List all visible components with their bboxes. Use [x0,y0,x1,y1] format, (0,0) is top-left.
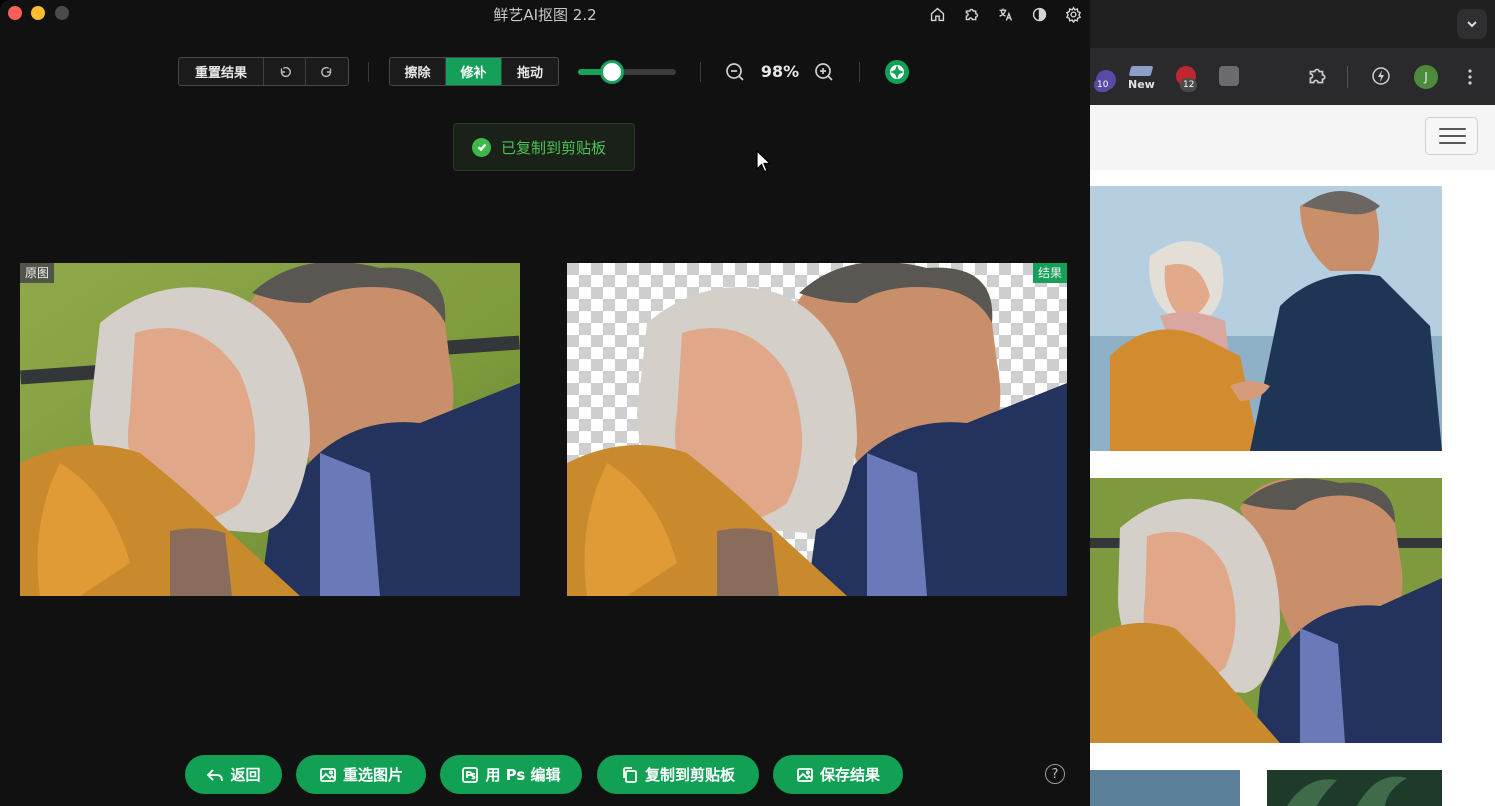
tab-list-button[interactable] [1457,9,1487,39]
redo-button[interactable] [306,58,348,85]
check-circle-icon [472,137,491,157]
home-icon[interactable] [926,3,948,25]
hamburger-menu-button[interactable] [1425,117,1478,155]
back-label: 返回 [230,766,261,784]
new-extension-icon[interactable] [1128,66,1154,76]
extensions-puzzle-icon[interactable] [1306,65,1328,87]
zoom-in-icon[interactable] [813,61,835,83]
history-group: 重置结果 [178,57,349,86]
gallery-image-3[interactable] [1090,770,1240,806]
gallery-image-4[interactable] [1267,770,1442,806]
toolbar-divider [1347,66,1348,88]
zoom-out-icon[interactable] [724,61,746,83]
original-tag: 原图 [20,263,55,283]
erase-mode-button[interactable]: 擦除 [390,58,446,85]
copy-to-clipboard-button[interactable]: 复制到剪贴板 [597,755,759,794]
extension-badge: 10 [1094,78,1112,92]
profile-avatar[interactable]: J [1414,65,1438,89]
menu-line [1439,128,1466,130]
browser-window: 10 New 12 J [1090,0,1495,806]
notification-badge: 12 [1180,78,1198,92]
brush-size-slider[interactable] [578,60,676,84]
copy-label: 复制到剪贴板 [644,766,735,784]
result-photo [567,263,1067,596]
gallery-image-1[interactable] [1090,186,1442,451]
divider [700,62,701,82]
ps-edit-label: 用 Ps 编辑 [485,766,561,784]
save-image-icon [797,767,813,782]
menu-line [1439,135,1466,137]
more-menu-icon[interactable] [1460,66,1480,88]
save-label: 保存结果 [819,766,880,784]
copied-toast: 已复制到剪贴板 [453,123,635,171]
divider [368,62,369,82]
result-image-panel[interactable]: 结果 [567,263,1067,596]
redo-icon [321,66,332,77]
tool-extension-icon[interactable] [1219,66,1239,86]
help-icon[interactable]: ? [1045,764,1065,784]
image-icon [320,767,336,782]
ps-icon [462,766,479,783]
back-button[interactable]: 返回 [185,755,282,794]
result-tag: 结果 [1032,263,1067,283]
gallery-image-2[interactable] [1090,478,1442,743]
app-window: 鲜艺AI抠图 2.2 重置结果 擦除 修补 拖动 98% 已复制到剪贴板 原图 … [0,0,1090,806]
title-bar: 鲜艺AI抠图 2.2 [0,0,1090,28]
undo-button[interactable] [264,58,306,85]
chevron-down-icon [1467,21,1477,28]
reply-arrow-icon [207,768,224,781]
menu-line [1439,142,1466,144]
undo-icon [280,66,291,77]
performance-icon[interactable] [1370,65,1392,87]
reselect-image-button[interactable]: 重选图片 [296,755,426,794]
divider [859,62,860,82]
toast-message: 已复制到剪贴板 [501,138,607,157]
original-image-panel[interactable]: 原图 [20,263,520,596]
puzzle-icon[interactable] [960,3,982,25]
zoom-level: 98% [760,62,800,81]
ps-edit-button[interactable]: 用 Ps 编辑 [440,755,582,794]
save-result-button[interactable]: 保存结果 [773,755,903,794]
theme-icon[interactable] [1028,3,1050,25]
mode-group: 擦除 修补 拖动 [389,57,559,86]
patch-mode-button[interactable]: 修补 [446,58,502,85]
browser-toolbar: 10 New 12 J [1090,48,1495,105]
translate-icon[interactable] [994,3,1016,25]
copy-icon [623,766,637,783]
drag-mode-button[interactable]: 拖动 [502,58,558,85]
browser-tab-bar [1090,0,1495,48]
settings-icon[interactable] [1062,3,1084,25]
reselect-label: 重选图片 [342,766,403,784]
reset-result-button[interactable]: 重置结果 [179,58,264,85]
slider-handle[interactable] [600,60,625,84]
new-extension-label: New [1128,78,1155,91]
mouse-cursor-icon [756,150,772,173]
original-photo [20,263,520,596]
compare-icon[interactable] [885,60,909,84]
